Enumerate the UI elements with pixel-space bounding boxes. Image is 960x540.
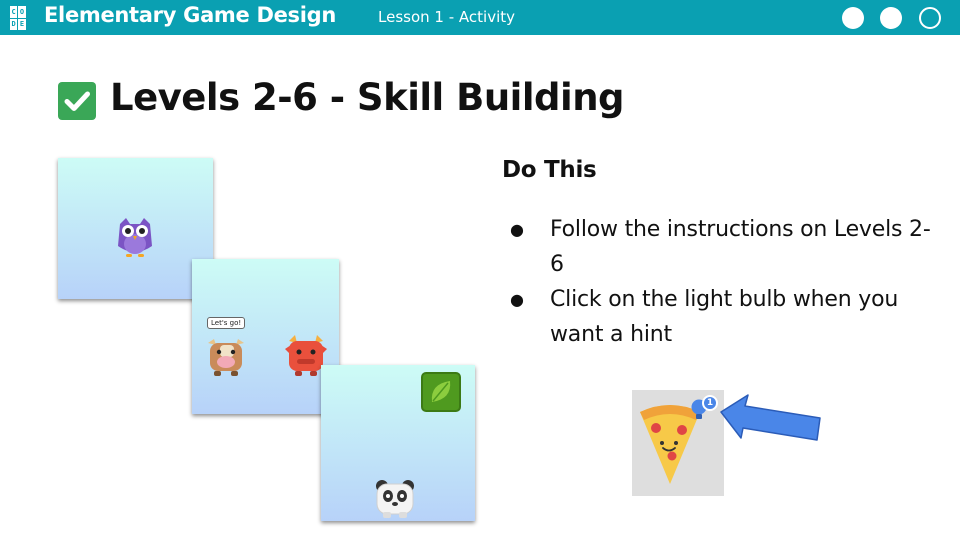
top-header-bar: C O D E Elementary Game Design Lesson 1 … [0,0,960,35]
code-logo: C O D E [10,6,26,30]
cow-sprite [208,339,244,376]
speech-bubble: Let's go! [207,317,246,329]
instruction-item: Click on the light bulb when you want a … [502,282,942,352]
instruction-item: Follow the instructions on Levels 2-6 [502,212,942,282]
panda-sprite [376,480,414,518]
progress-dot-2 [880,7,902,29]
check-box-icon [58,82,96,120]
leaf-icon [421,372,461,412]
instructions-heading: Do This [502,157,597,183]
game-screen-cow-dragon: Let's go! [192,259,339,414]
instruction-list: Follow the instructions on Levels 2-6 Cl… [502,212,942,352]
course-title: Elementary Game Design [44,3,337,27]
owl-sprite [118,218,152,257]
game-screen-panda [321,365,475,521]
pointer-arrow-icon [720,394,821,441]
page-title: Levels 2-6 - Skill Building [110,76,625,119]
progress-dot-3 [919,7,941,29]
game-screen-owl [58,158,213,299]
hint-count-badge: 1 [702,395,718,411]
progress-dot-1 [842,7,864,29]
lesson-label: Lesson 1 - Activity [378,8,515,26]
hint-example: 1 [632,390,724,496]
